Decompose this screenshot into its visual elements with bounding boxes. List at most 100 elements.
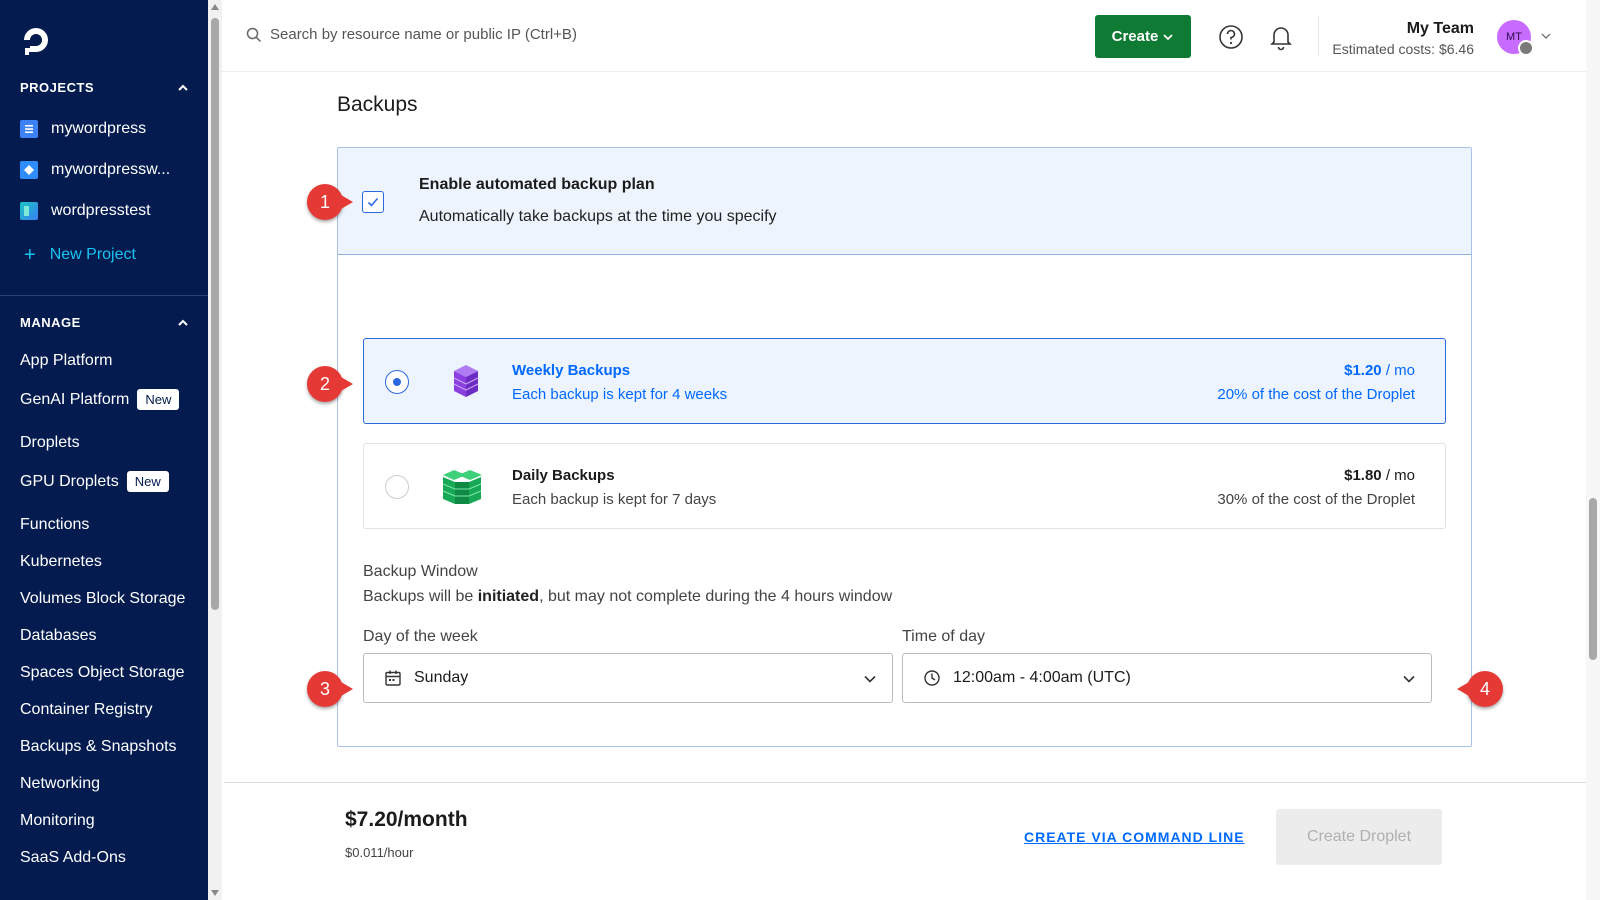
create-via-command-line-link[interactable]: CREATE VIA COMMAND LINE [1024, 829, 1245, 845]
scroll-up-arrow-icon[interactable] [211, 4, 219, 10]
help-icon[interactable] [1218, 24, 1244, 50]
day-of-week-select[interactable]: Sunday [363, 653, 893, 703]
nav-label: App Platform [20, 352, 113, 369]
nav-label: SaaS Add-Ons [20, 849, 126, 866]
hourly-price: $0.011/hour [345, 845, 414, 860]
sidebar-item-genai-platform[interactable]: GenAI Platform New [20, 389, 180, 410]
annotation-marker-2: 2 [307, 366, 353, 402]
sidebar-item-monitoring[interactable]: Monitoring [20, 812, 95, 830]
create-button[interactable]: Create [1095, 15, 1191, 58]
team-name: My Team [1406, 20, 1474, 37]
search-icon [246, 27, 262, 42]
chevron-down-icon [864, 675, 876, 683]
sidebar-item-databases[interactable]: Databases [20, 627, 97, 645]
monthly-price: $7.20/month [345, 808, 468, 831]
description-text: , but may not complete during the 4 hour… [539, 588, 893, 605]
sidebar-scrollbar[interactable] [208, 0, 222, 900]
option-title: Daily Backups [512, 467, 615, 484]
nav-label: Kubernetes [20, 553, 102, 570]
enable-backup-header: Enable automated backup plan Automatical… [338, 148, 1471, 255]
gradient-project-icon [20, 202, 38, 220]
bell-icon[interactable] [1268, 23, 1294, 51]
chevron-down-icon[interactable] [1540, 30, 1552, 42]
project-label: mywordpress [51, 120, 147, 137]
annotation-marker-1: 1 [307, 184, 353, 220]
manage-section-header[interactable]: MANAGE [20, 315, 190, 330]
time-of-day-select[interactable]: 12:00am - 4:00am (UTC) [902, 653, 1432, 703]
backup-window-title: Backup Window [363, 563, 478, 580]
day-of-week-label: Day of the week [363, 628, 478, 645]
nav-label: Monitoring [20, 812, 95, 829]
radio-dot [393, 378, 401, 386]
new-badge: New [126, 471, 169, 492]
sidebar-item-kubernetes[interactable]: Kubernetes [20, 553, 102, 571]
new-project-link[interactable]: + New Project [24, 245, 136, 265]
enable-backup-title: Enable automated backup plan [419, 176, 655, 193]
page-scrollbar[interactable] [1586, 0, 1600, 900]
nav-label: Databases [20, 627, 97, 644]
sidebar-item-functions[interactable]: Functions [20, 516, 89, 534]
sidebar-item-networking[interactable]: Networking [20, 775, 100, 793]
digitalocean-logo-icon[interactable] [20, 24, 52, 56]
new-badge: New [137, 389, 180, 410]
option-subtitle: Each backup is kept for 7 days [512, 491, 717, 508]
search-placeholder: Search by resource name or public IP (Ct… [270, 26, 577, 43]
top-bar: Search by resource name or public IP (Ct… [222, 0, 1586, 72]
time-of-day-label: Time of day [902, 628, 985, 645]
scrollbar-thumb[interactable] [211, 18, 219, 610]
day-value: Sunday [414, 669, 469, 686]
scroll-down-arrow-icon[interactable] [211, 890, 219, 896]
sidebar-divider [0, 295, 208, 296]
team-info[interactable]: My Team Estimated costs: $6.46 [1332, 20, 1474, 57]
create-label: Create [1111, 28, 1159, 45]
footer-divider [224, 782, 1586, 783]
project-label: mywordpressw... [51, 161, 171, 178]
weekly-backups-option[interactable]: Weekly Backups Each backup is kept for 4… [363, 338, 1446, 424]
sidebar: PROJECTS mywordpress mywordpressw... wor… [0, 0, 208, 900]
estimated-costs: Estimated costs: $6.46 [1332, 41, 1474, 57]
sidebar-item-volumes[interactable]: Volumes Block Storage [20, 590, 185, 608]
daily-radio[interactable] [385, 475, 409, 499]
annotation-marker-3: 3 [307, 671, 353, 707]
sidebar-item-gpu-droplets[interactable]: GPU Droplets New [20, 471, 169, 492]
price-unit: / mo [1381, 467, 1415, 484]
sidebar-item-spaces[interactable]: Spaces Object Storage [20, 664, 185, 682]
chevron-up-icon [178, 84, 188, 91]
checkmark-icon [367, 197, 379, 207]
chevron-down-icon [1163, 33, 1173, 40]
diamond-project-icon [20, 161, 38, 179]
daily-backup-grid-icon [442, 470, 482, 504]
nav-label: GPU Droplets [20, 472, 119, 490]
daily-backups-option[interactable]: Daily Backups Each backup is kept for 7 … [363, 443, 1446, 529]
nav-label: Container Registry [20, 701, 153, 718]
nav-label: Spaces Object Storage [20, 664, 185, 681]
sidebar-item-saas-addons[interactable]: SaaS Add-Ons [20, 849, 126, 867]
nav-label: Networking [20, 775, 101, 792]
search-input[interactable]: Search by resource name or public IP (Ct… [246, 26, 577, 43]
sidebar-project-mywordpress[interactable]: mywordpress [20, 120, 146, 138]
price-value: $1.80 [1344, 467, 1382, 484]
nav-label: GenAI Platform [20, 390, 130, 408]
nav-label: Backups & Snapshots [20, 738, 177, 755]
description-bold: initiated [477, 588, 540, 605]
projects-section-header[interactable]: PROJECTS [20, 80, 190, 95]
enable-backup-checkbox[interactable] [362, 191, 384, 213]
chevron-down-icon [1403, 675, 1415, 683]
projects-heading: PROJECTS [20, 80, 95, 95]
nav-label: Volumes Block Storage [20, 590, 186, 607]
sidebar-item-container-registry[interactable]: Container Registry [20, 701, 153, 719]
sidebar-project-mywordpressw[interactable]: mywordpressw... [20, 161, 170, 179]
option-price: $1.20 / mo [1344, 362, 1415, 379]
scrollbar-thumb[interactable] [1589, 498, 1597, 660]
sidebar-project-wordpresstest[interactable]: wordpresstest [20, 202, 151, 220]
sidebar-item-droplets[interactable]: Droplets [20, 434, 80, 452]
backup-window-description: Backups will be initiated, but may not c… [363, 588, 892, 606]
create-droplet-button[interactable]: Create Droplet [1276, 809, 1442, 865]
clock-icon [923, 669, 941, 687]
plus-icon: + [24, 244, 36, 266]
calendar-icon [384, 669, 402, 687]
weekly-radio[interactable] [385, 370, 409, 394]
option-fraction: 30% of the cost of the Droplet [1217, 491, 1415, 508]
sidebar-item-app-platform[interactable]: App Platform [20, 352, 112, 370]
sidebar-item-backups-snapshots[interactable]: Backups & Snapshots [20, 738, 177, 756]
